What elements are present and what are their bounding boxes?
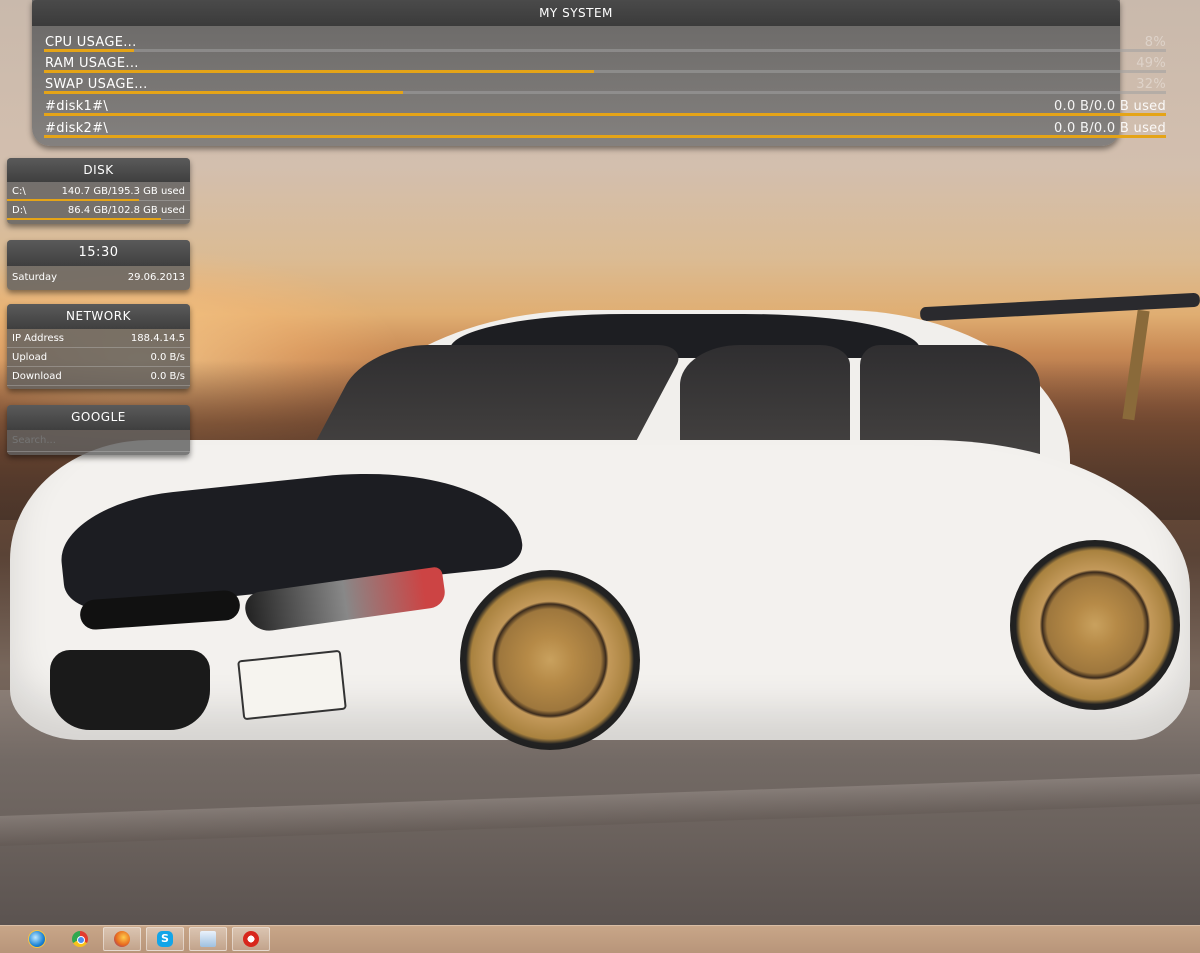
disk-c-label: C:\	[12, 186, 26, 197]
car-spoiler-post	[1122, 309, 1150, 421]
disk-d-value: 86.4 GB/102.8 GB used	[67, 205, 185, 216]
opera-icon	[243, 931, 259, 947]
disk-d-label: D:\	[12, 205, 27, 216]
notepad-icon	[200, 931, 216, 947]
disk-d-row: D:\ 86.4 GB/102.8 GB used	[7, 201, 190, 220]
ram-usage-row: RAM USAGE... 49%	[44, 52, 1166, 73]
google-search-input[interactable]	[7, 430, 190, 452]
upload-label: Upload	[12, 352, 48, 363]
ram-usage-label: RAM USAGE...	[45, 56, 139, 71]
cpu-usage-label: CPU USAGE...	[45, 35, 137, 50]
swap-usage-row: SWAP USAGE... 32%	[44, 73, 1166, 94]
upload-value: 0.0 B/s	[150, 352, 185, 363]
ip-address-row: IP Address 188.4.14.5	[7, 329, 190, 348]
cpu-usage-value: 8%	[1144, 35, 1166, 50]
google-widget-title: GOOGLE	[7, 405, 190, 430]
clock-date-row: Saturday 29.06.2013	[7, 266, 190, 288]
swap-usage-value: 32%	[1136, 77, 1166, 92]
network-widget[interactable]: NETWORK IP Address 188.4.14.5 Upload 0.0…	[7, 304, 190, 389]
car-intake	[50, 650, 210, 730]
download-label: Download	[12, 371, 62, 382]
taskbar-skype-button[interactable]: S	[146, 927, 184, 951]
network-widget-title: NETWORK	[7, 304, 190, 329]
firefox-icon	[114, 931, 130, 947]
disk2-bar	[44, 135, 1166, 138]
taskbar-ie-button[interactable]	[18, 927, 56, 951]
taskbar-notepad-button[interactable]	[189, 927, 227, 951]
license-plate	[237, 649, 347, 721]
swap-usage-label: SWAP USAGE...	[45, 77, 148, 92]
disk-c-row: C:\ 140.7 GB/195.3 GB used	[7, 182, 190, 201]
chrome-icon	[72, 931, 88, 947]
disk1-label: #disk1#\	[45, 99, 109, 114]
system-widget-title: MY SYSTEM	[32, 0, 1120, 26]
taskbar-firefox-button[interactable]	[103, 927, 141, 951]
disk-c-value: 140.7 GB/195.3 GB used	[61, 186, 185, 197]
clock-date: 29.06.2013	[127, 272, 185, 283]
upload-row: Upload 0.0 B/s	[7, 348, 190, 367]
system-monitor-widget[interactable]: MY SYSTEM CPU USAGE... 8% RAM USAGE... 4…	[32, 0, 1166, 146]
car-spoiler	[919, 292, 1200, 322]
taskbar-opera-button[interactable]	[232, 927, 270, 951]
rear-wheel	[1010, 540, 1180, 710]
download-row: Download 0.0 B/s	[7, 367, 190, 386]
swap-usage-bar	[44, 91, 404, 94]
ram-usage-value: 49%	[1136, 56, 1166, 71]
clock-day: Saturday	[12, 272, 58, 283]
disk2-row: #disk2#\ 0.0 B/0.0 B used	[44, 117, 1166, 138]
clock-widget[interactable]: 15:30 Saturday 29.06.2013	[7, 240, 190, 290]
google-search-widget[interactable]: GOOGLE	[7, 405, 190, 455]
clock-time: 15:30	[7, 240, 190, 266]
disk2-label: #disk2#\	[45, 121, 109, 136]
skype-icon: S	[157, 931, 173, 947]
download-value: 0.0 B/s	[150, 371, 185, 382]
front-wheel	[460, 570, 640, 750]
disk1-row: #disk1#\ 0.0 B/0.0 B used	[44, 95, 1166, 116]
disk1-value: 0.0 B/0.0 B used	[1053, 99, 1166, 114]
disk1-bar	[44, 113, 1166, 116]
disk-d-bar	[7, 218, 161, 220]
ip-address-value: 188.4.14.5	[130, 333, 185, 344]
ip-address-label: IP Address	[12, 333, 64, 344]
internet-explorer-icon	[28, 930, 46, 948]
disk2-value: 0.0 B/0.0 B used	[1053, 121, 1166, 136]
taskbar: S	[0, 925, 1200, 953]
disk-widget[interactable]: DISK C:\ 140.7 GB/195.3 GB used D:\ 86.4…	[7, 158, 190, 224]
disk-widget-title: DISK	[7, 158, 190, 182]
taskbar-chrome-button[interactable]	[61, 927, 99, 951]
cpu-usage-row: CPU USAGE... 8%	[44, 31, 1166, 52]
